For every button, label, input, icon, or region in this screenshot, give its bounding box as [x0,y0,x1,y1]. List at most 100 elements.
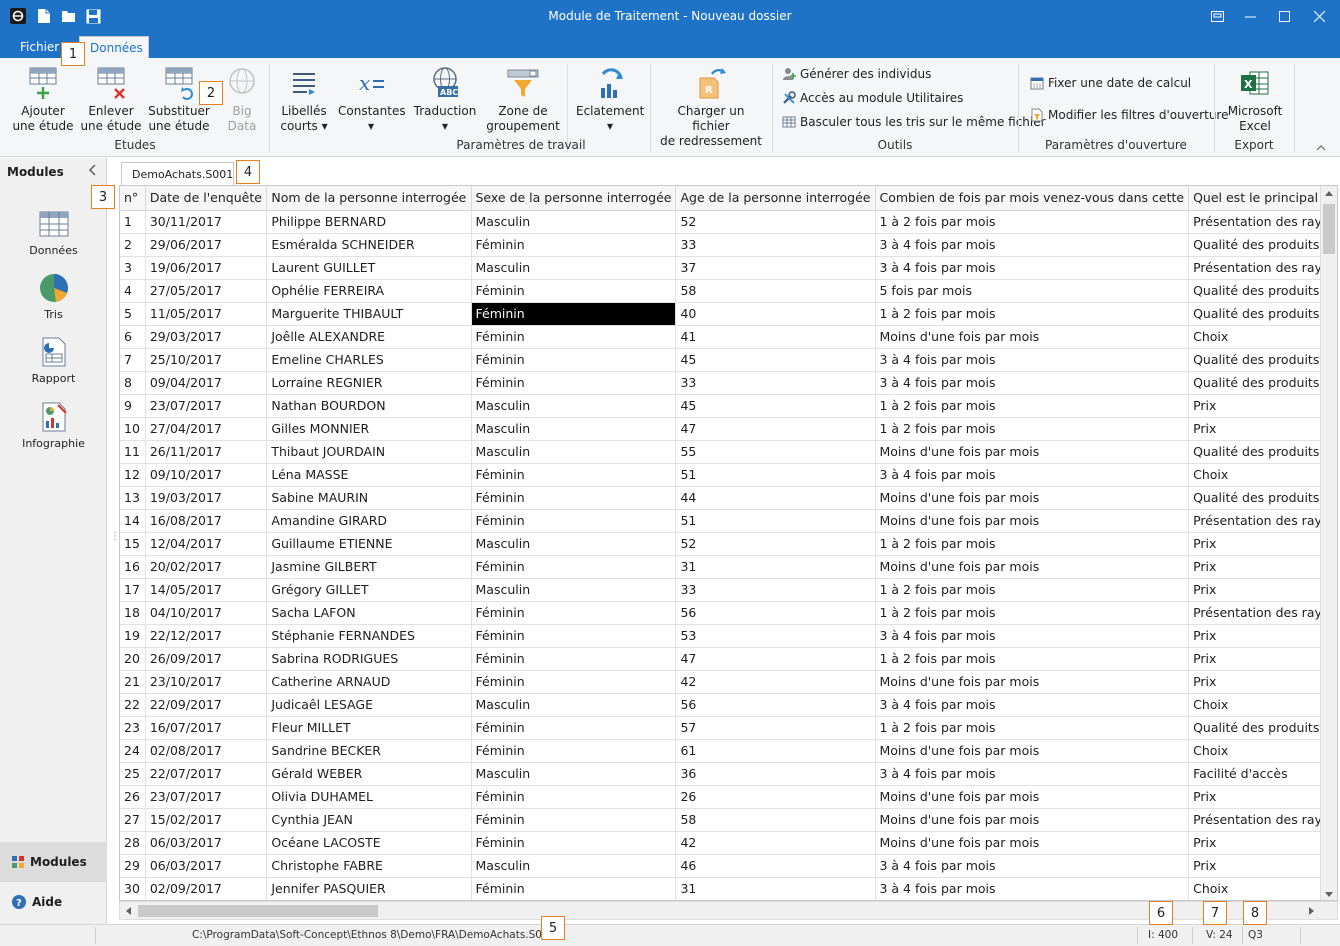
table-cell[interactable]: 46 [675,854,876,878]
row-number-cell[interactable]: 24 [120,739,146,763]
table-cell[interactable]: 02/09/2017 [145,877,268,900]
vertical-scrollbar[interactable] [1320,186,1337,900]
table-cell[interactable]: 19/06/2017 [145,256,268,280]
table-cell[interactable]: Moins d'une fois par mois [875,325,1190,349]
row-number-cell[interactable]: 30 [120,877,146,900]
table-cell[interactable]: Féminin [471,555,677,579]
horizontal-scroll-thumb[interactable] [138,905,378,917]
table-row[interactable]: 27 15/02/2017 Cynthia JEAN Féminin 58 Moins d… [120,808,1337,832]
table-cell[interactable]: 3 à 4 fois par mois [875,624,1190,648]
table-cell[interactable]: Marguerite THIBAULT [266,302,472,326]
table-cell[interactable]: Esméralda SCHNEIDER [266,233,472,257]
table-cell[interactable]: 16/08/2017 [145,509,268,533]
table-cell[interactable]: 26 [675,785,876,809]
module-donnees[interactable]: Données [0,208,107,257]
table-cell[interactable]: Prix [1188,394,1337,418]
table-cell[interactable]: 36 [675,762,876,786]
table-cell[interactable]: 33 [675,578,876,602]
column-header[interactable]: Nom de la personne interrogée [266,186,472,211]
table-cell[interactable]: Masculin [471,417,677,441]
table-cell[interactable]: Féminin [471,279,677,303]
table-cell[interactable]: 40 [675,302,876,326]
table-cell[interactable]: Cynthia JEAN [266,808,472,832]
table-cell[interactable]: 1 à 2 fois par mois [875,716,1190,740]
table-cell[interactable]: Féminin [471,233,677,257]
table-cell[interactable]: 23/07/2017 [145,394,268,418]
big-data-button[interactable]: Big Data [222,66,262,134]
table-cell[interactable]: 3 à 4 fois par mois [875,371,1190,395]
table-cell[interactable]: Moins d'une fois par mois [875,831,1190,855]
table-cell[interactable]: Choix [1188,325,1337,349]
table-cell[interactable]: 58 [675,279,876,303]
table-cell[interactable]: Prix [1188,831,1337,855]
table-cell[interactable]: 3 à 4 fois par mois [875,256,1190,280]
table-row[interactable]: 12 09/10/2017 Léna MASSE Féminin 51 3 à 4 foi… [120,463,1337,487]
table-cell[interactable]: Sacha LAFON [266,601,472,625]
table-cell[interactable]: Féminin [471,486,677,510]
table-cell[interactable]: 1 à 2 fois par mois [875,578,1190,602]
table-cell[interactable]: Moins d'une fois par mois [875,509,1190,533]
table-cell[interactable]: 31 [675,877,876,900]
table-cell[interactable]: Christophe FABRE [266,854,472,878]
row-number-cell[interactable]: 20 [120,647,146,671]
table-cell[interactable]: Qualité des produits [1188,440,1337,464]
set-calc-date-button[interactable]: Fixer une date de calcul [1030,76,1191,90]
module-rapport[interactable]: Rapport [0,336,107,385]
table-cell[interactable]: Féminin [471,348,677,372]
table-cell[interactable]: 3 à 4 fois par mois [875,877,1190,900]
table-cell[interactable]: 1 à 2 fois par mois [875,210,1190,234]
table-cell[interactable]: Prix [1188,555,1337,579]
table-cell[interactable]: 1 à 2 fois par mois [875,417,1190,441]
table-cell[interactable]: Amandine GIRARD [266,509,472,533]
table-row[interactable]: 29 06/03/2017 Christophe FABRE Masculin 46 3 … [120,854,1337,878]
table-cell[interactable]: Nathan BOURDON [266,394,472,418]
maximize-icon[interactable] [1267,0,1301,33]
collapse-sidebar-icon[interactable] [89,164,97,180]
column-header[interactable]: Date de l'enquête [145,186,268,211]
table-cell[interactable]: 09/10/2017 [145,463,268,487]
table-cell[interactable]: 04/10/2017 [145,601,268,625]
row-number-cell[interactable]: 13 [120,486,146,510]
table-row[interactable]: 6 29/03/2017 Joêlle ALEXANDRE Féminin 41 Moin… [120,325,1337,349]
table-cell[interactable]: 45 [675,348,876,372]
row-number-cell[interactable]: 9 [120,394,146,418]
table-row[interactable]: 30 02/09/2017 Jennifer PASQUIER Féminin 31 3 … [120,877,1337,900]
table-cell[interactable]: Féminin [471,371,677,395]
table-cell[interactable]: Ophélie FERREIRA [266,279,472,303]
table-cell[interactable]: Choix [1188,693,1337,717]
table-cell[interactable]: Léna MASSE [266,463,472,487]
table-cell[interactable]: Féminin [471,601,677,625]
table-row[interactable]: 10 27/04/2017 Gilles MONNIER Masculin 47 1 à … [120,417,1337,441]
table-cell[interactable]: Moins d'une fois par mois [875,555,1190,579]
table-row[interactable]: 8 09/04/2017 Lorraine REGNIER Féminin 33 3 à … [120,371,1337,395]
table-cell[interactable]: 57 [675,716,876,740]
table-row[interactable]: 22 22/09/2017 Judicaêl LESAGE Masculin 56 3 à… [120,693,1337,717]
table-row[interactable]: 2 29/06/2017 Esméralda SCHNEIDER Féminin 33 3… [120,233,1337,257]
table-cell[interactable]: 1 à 2 fois par mois [875,532,1190,556]
table-cell[interactable]: Prix [1188,578,1337,602]
table-row[interactable]: 17 14/05/2017 Grégory GILLET Masculin 33 1 à … [120,578,1337,602]
table-cell[interactable]: Féminin [471,463,677,487]
table-row[interactable]: 23 16/07/2017 Fleur MILLET Féminin 57 1 à 2 f… [120,716,1337,740]
table-cell[interactable]: 1 à 2 fois par mois [875,394,1190,418]
table-cell[interactable]: Prix [1188,532,1337,556]
table-cell[interactable]: Masculin [471,210,677,234]
table-cell[interactable]: 27/04/2017 [145,417,268,441]
table-cell[interactable]: Qualité des produits [1188,348,1337,372]
module-tris[interactable]: Tris [0,272,107,321]
table-cell[interactable]: 15/02/2017 [145,808,268,832]
table-cell[interactable]: Masculin [471,256,677,280]
table-cell[interactable]: Masculin [471,578,677,602]
switch-all-tables-button[interactable]: Basculer tous les tris sur le même fichi… [782,115,1046,129]
table-cell[interactable]: Qualité des produits [1188,233,1337,257]
table-cell[interactable]: Présentation des rayo [1188,601,1337,625]
scroll-right-icon[interactable] [1309,907,1315,915]
table-cell[interactable]: Emeline CHARLES [266,348,472,372]
table-row[interactable]: 15 12/04/2017 Guillaume ETIENNE Masculin 52 1… [120,532,1337,556]
module-infographie[interactable]: Infographie [0,401,107,450]
table-cell[interactable]: 06/03/2017 [145,831,268,855]
table-cell[interactable]: 3 à 4 fois par mois [875,762,1190,786]
table-cell[interactable]: Prix [1188,417,1337,441]
table-row[interactable]: 1 30/11/2017 Philippe BERNARD Masculin 52 1 à… [120,210,1337,234]
table-cell[interactable]: 14/05/2017 [145,578,268,602]
